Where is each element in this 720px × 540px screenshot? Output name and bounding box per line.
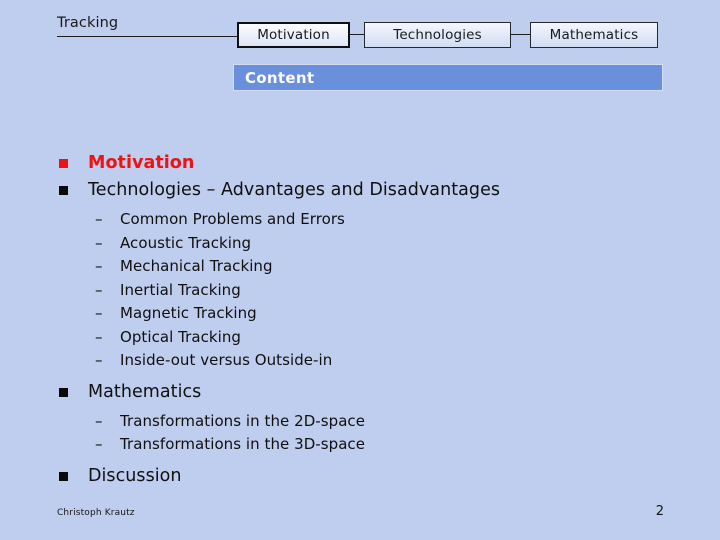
dash-bullet-icon: – [95, 210, 103, 228]
outline-item-motivation[interactable]: Motivation [0, 150, 720, 176]
dash-bullet-icon: – [95, 280, 103, 299]
outline-subitem[interactable]: – Acoustic Tracking [0, 232, 720, 256]
outline-subitem-label: Acoustic Tracking [120, 233, 252, 252]
dash-bullet-icon: – [95, 233, 103, 252]
outline-subitem[interactable]: – Magnetic Tracking [0, 302, 720, 326]
tracker-nav: Tracking Motivation Technologies Mathema… [0, 0, 720, 60]
outline-subitem[interactable]: – Common Problems and Errors [0, 208, 720, 232]
outline-subitem-label: Transformations in the 2D-space [120, 411, 366, 430]
tracker-item-motivation[interactable]: Motivation [237, 22, 350, 48]
outline-item-discussion[interactable]: Discussion [0, 463, 720, 489]
slide-footer: Christoph Krautz 2 [0, 494, 720, 540]
tracker-item-mathematics[interactable]: Mathematics [530, 22, 658, 48]
square-bullet-icon [59, 471, 68, 481]
square-bullet-icon [59, 159, 68, 168]
outline-subitem[interactable]: – Mechanical Tracking [0, 255, 720, 279]
tracker-item-technologies[interactable]: Technologies [364, 22, 511, 48]
outline-item-label: Mathematics [88, 381, 202, 402]
outline-subitem-label: Inside-out versus Outside-in [120, 351, 333, 369]
tracker-connector-2 [511, 34, 530, 35]
square-bullet-icon [59, 387, 68, 397]
banner-title: Content [245, 68, 315, 87]
dash-bullet-icon: – [95, 351, 103, 369]
square-bullet-icon [59, 186, 68, 195]
outline-subitem-label: Optical Tracking [120, 327, 241, 346]
outline-subitem-label: Magnetic Tracking [120, 304, 257, 322]
tracker-underline [57, 36, 237, 37]
content-banner: Content [233, 64, 663, 91]
outline-item-mathematics[interactable]: Mathematics [0, 379, 720, 405]
outline-item-label: Motivation [88, 153, 195, 173]
outline-item-label: Discussion [88, 465, 182, 486]
outline-subitem[interactable]: – Transformations in the 2D-space [0, 410, 720, 434]
tracker-item-label: Motivation [257, 27, 330, 43]
outline-subitem[interactable]: – Transformations in the 3D-space [0, 433, 720, 457]
outline-subitem-label: Inertial Tracking [120, 280, 241, 299]
outline-subitem-label: Transformations in the 3D-space [120, 435, 366, 453]
outline-subitem[interactable]: – Inertial Tracking [0, 279, 720, 303]
footer-author: Christoph Krautz [57, 508, 135, 518]
slide-section-title: Tracking [57, 15, 119, 31]
tracker-connector-1 [350, 34, 364, 35]
tracker-item-label: Mathematics [549, 27, 639, 43]
slide: Tracking Motivation Technologies Mathema… [0, 0, 720, 540]
dash-bullet-icon: – [95, 304, 103, 322]
dash-bullet-icon: – [95, 327, 103, 346]
outline-item-label: Technologies – Advantages and Disadvanta… [88, 180, 501, 200]
dash-bullet-icon: – [95, 257, 103, 275]
dash-bullet-icon: – [95, 435, 103, 453]
slide-page-number: 2 [655, 504, 664, 519]
outline-item-technologies[interactable]: Technologies – Advantages and Disadvanta… [0, 177, 720, 203]
tracker-item-label: Technologies [393, 27, 482, 43]
outline-subitem-label: Common Problems and Errors [120, 210, 345, 228]
outline-subitem-label: Mechanical Tracking [120, 257, 273, 275]
dash-bullet-icon: – [95, 411, 103, 430]
outline-subitem[interactable]: – Inside-out versus Outside-in [0, 349, 720, 373]
outline-subitem[interactable]: – Optical Tracking [0, 326, 720, 350]
outline-list: Motivation Technologies – Advantages and… [0, 150, 720, 490]
